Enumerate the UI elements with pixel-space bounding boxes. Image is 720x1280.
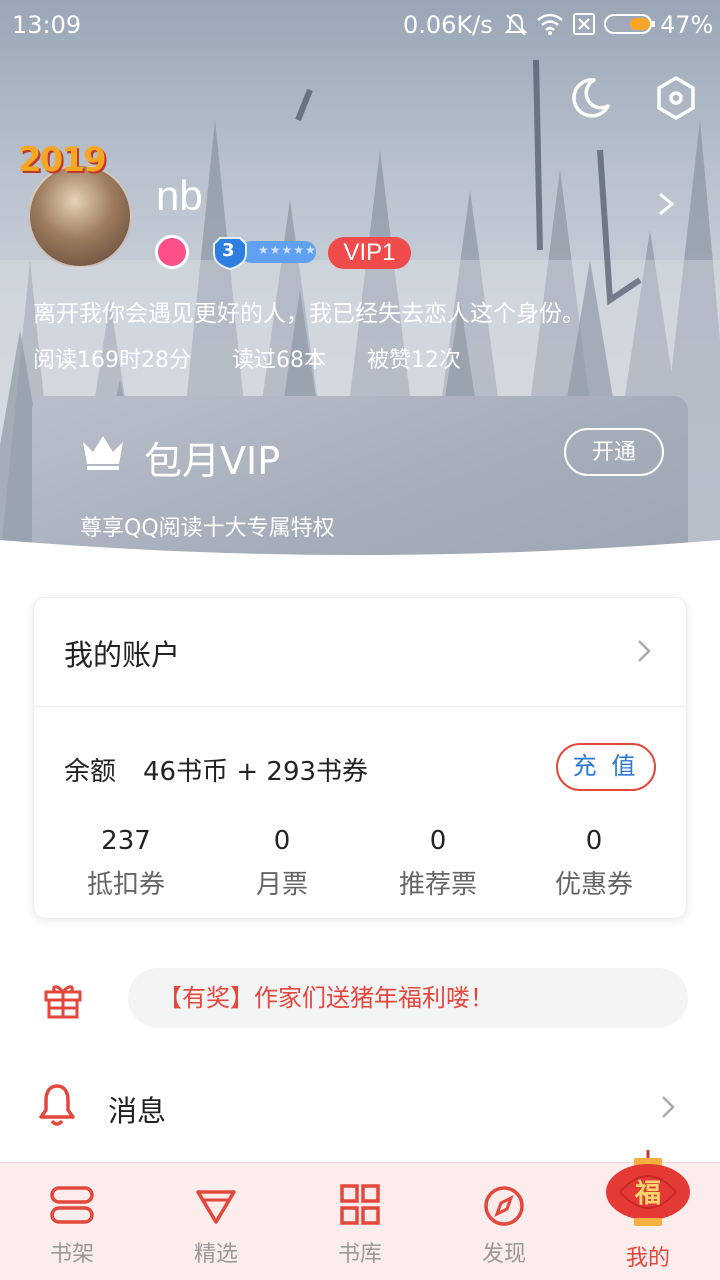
recharge-button[interactable]: 充 值 xyxy=(556,743,656,791)
year-badge: 2019 xyxy=(18,140,107,180)
ticket-value: 0 xyxy=(585,826,603,856)
account-divider xyxy=(33,706,687,707)
ticket-coupon[interactable]: 0 优惠券 xyxy=(524,826,664,901)
ticket-value: 0 xyxy=(429,826,447,856)
ticket-label: 月票 xyxy=(255,870,308,900)
username[interactable]: nb xyxy=(156,172,203,220)
ticket-value: 237 xyxy=(101,826,151,856)
account-title[interactable]: 我的账户 xyxy=(64,632,180,674)
bell-icon xyxy=(39,1084,75,1126)
compass-icon xyxy=(484,1186,524,1226)
battery-icon xyxy=(604,14,655,34)
chevron-right-icon[interactable] xyxy=(654,188,678,220)
ticket-label: 推荐票 xyxy=(398,870,477,900)
reading-stats: 阅读169时28分 读过68本 被赞12次 xyxy=(33,342,495,374)
nav-library[interactable]: 书库 xyxy=(310,1180,410,1280)
reading-time: 阅读169时28分 xyxy=(33,348,191,373)
nav-featured[interactable]: 精选 xyxy=(166,1180,266,1280)
vip-title: 包月VIP xyxy=(144,439,281,483)
sim-icon xyxy=(573,13,595,35)
balance-label: 余额 xyxy=(64,757,117,787)
settings-hexagon-icon[interactable] xyxy=(652,74,700,122)
ticket-label: 优惠券 xyxy=(554,870,633,900)
wifi-icon xyxy=(537,13,563,35)
level-stars: ★★★★★ xyxy=(258,243,317,257)
ticket-monthly[interactable]: 0 月票 xyxy=(212,826,352,901)
nav-label: 书库 xyxy=(337,1242,382,1267)
header-curve-divider xyxy=(0,540,720,570)
ticket-recommend[interactable]: 0 推荐票 xyxy=(368,826,508,901)
nav-mine[interactable]: 我的 xyxy=(598,1180,698,1280)
books-read: 读过68本 xyxy=(232,348,326,373)
crown-icon xyxy=(83,436,123,470)
ticket-label: 抵扣券 xyxy=(86,870,165,900)
chevron-right-icon[interactable] xyxy=(636,638,652,664)
nav-label: 我的 xyxy=(625,1246,670,1271)
messages-label[interactable]: 消息 xyxy=(108,1088,166,1130)
balance-value: 46书币 + 293书券 xyxy=(143,757,369,787)
ticket-value: 0 xyxy=(273,826,291,856)
nav-bookshelf[interactable]: 书架 xyxy=(22,1180,122,1280)
bookshelf-icon xyxy=(50,1186,94,1224)
promo-banner[interactable]: 【有奖】作家们送猪年福利喽！ xyxy=(128,968,688,1028)
moon-icon[interactable] xyxy=(566,74,614,122)
network-speed: 0.06K/s xyxy=(403,11,493,39)
level-number: 3 xyxy=(222,240,235,261)
gift-icon xyxy=(44,985,82,1019)
nav-label: 发现 xyxy=(481,1242,526,1267)
status-bar: 13:09 0.06K/s 47% xyxy=(0,0,720,52)
search-badge-icon[interactable] xyxy=(155,235,189,269)
vip-open-button[interactable]: 开通 xyxy=(564,428,664,476)
nav-label: 书架 xyxy=(49,1242,94,1267)
grid-icon xyxy=(340,1184,380,1225)
battery-percentage: 47% xyxy=(660,11,714,39)
vip-level-badge[interactable]: VIP1 xyxy=(328,237,411,269)
nav-discover[interactable]: 发现 xyxy=(454,1180,554,1280)
nav-label: 精选 xyxy=(193,1242,238,1267)
likes-count: 被赞12次 xyxy=(367,348,461,373)
chevron-right-icon[interactable] xyxy=(660,1094,676,1120)
user-signature: 离开我你会遇见更好的人，我已经失去恋人这个身份。 xyxy=(33,301,585,327)
mute-icon xyxy=(504,13,528,36)
status-time: 13:09 xyxy=(12,11,82,39)
ticket-deduction[interactable]: 237 抵扣券 xyxy=(56,826,196,901)
diamond-icon xyxy=(196,1190,236,1224)
